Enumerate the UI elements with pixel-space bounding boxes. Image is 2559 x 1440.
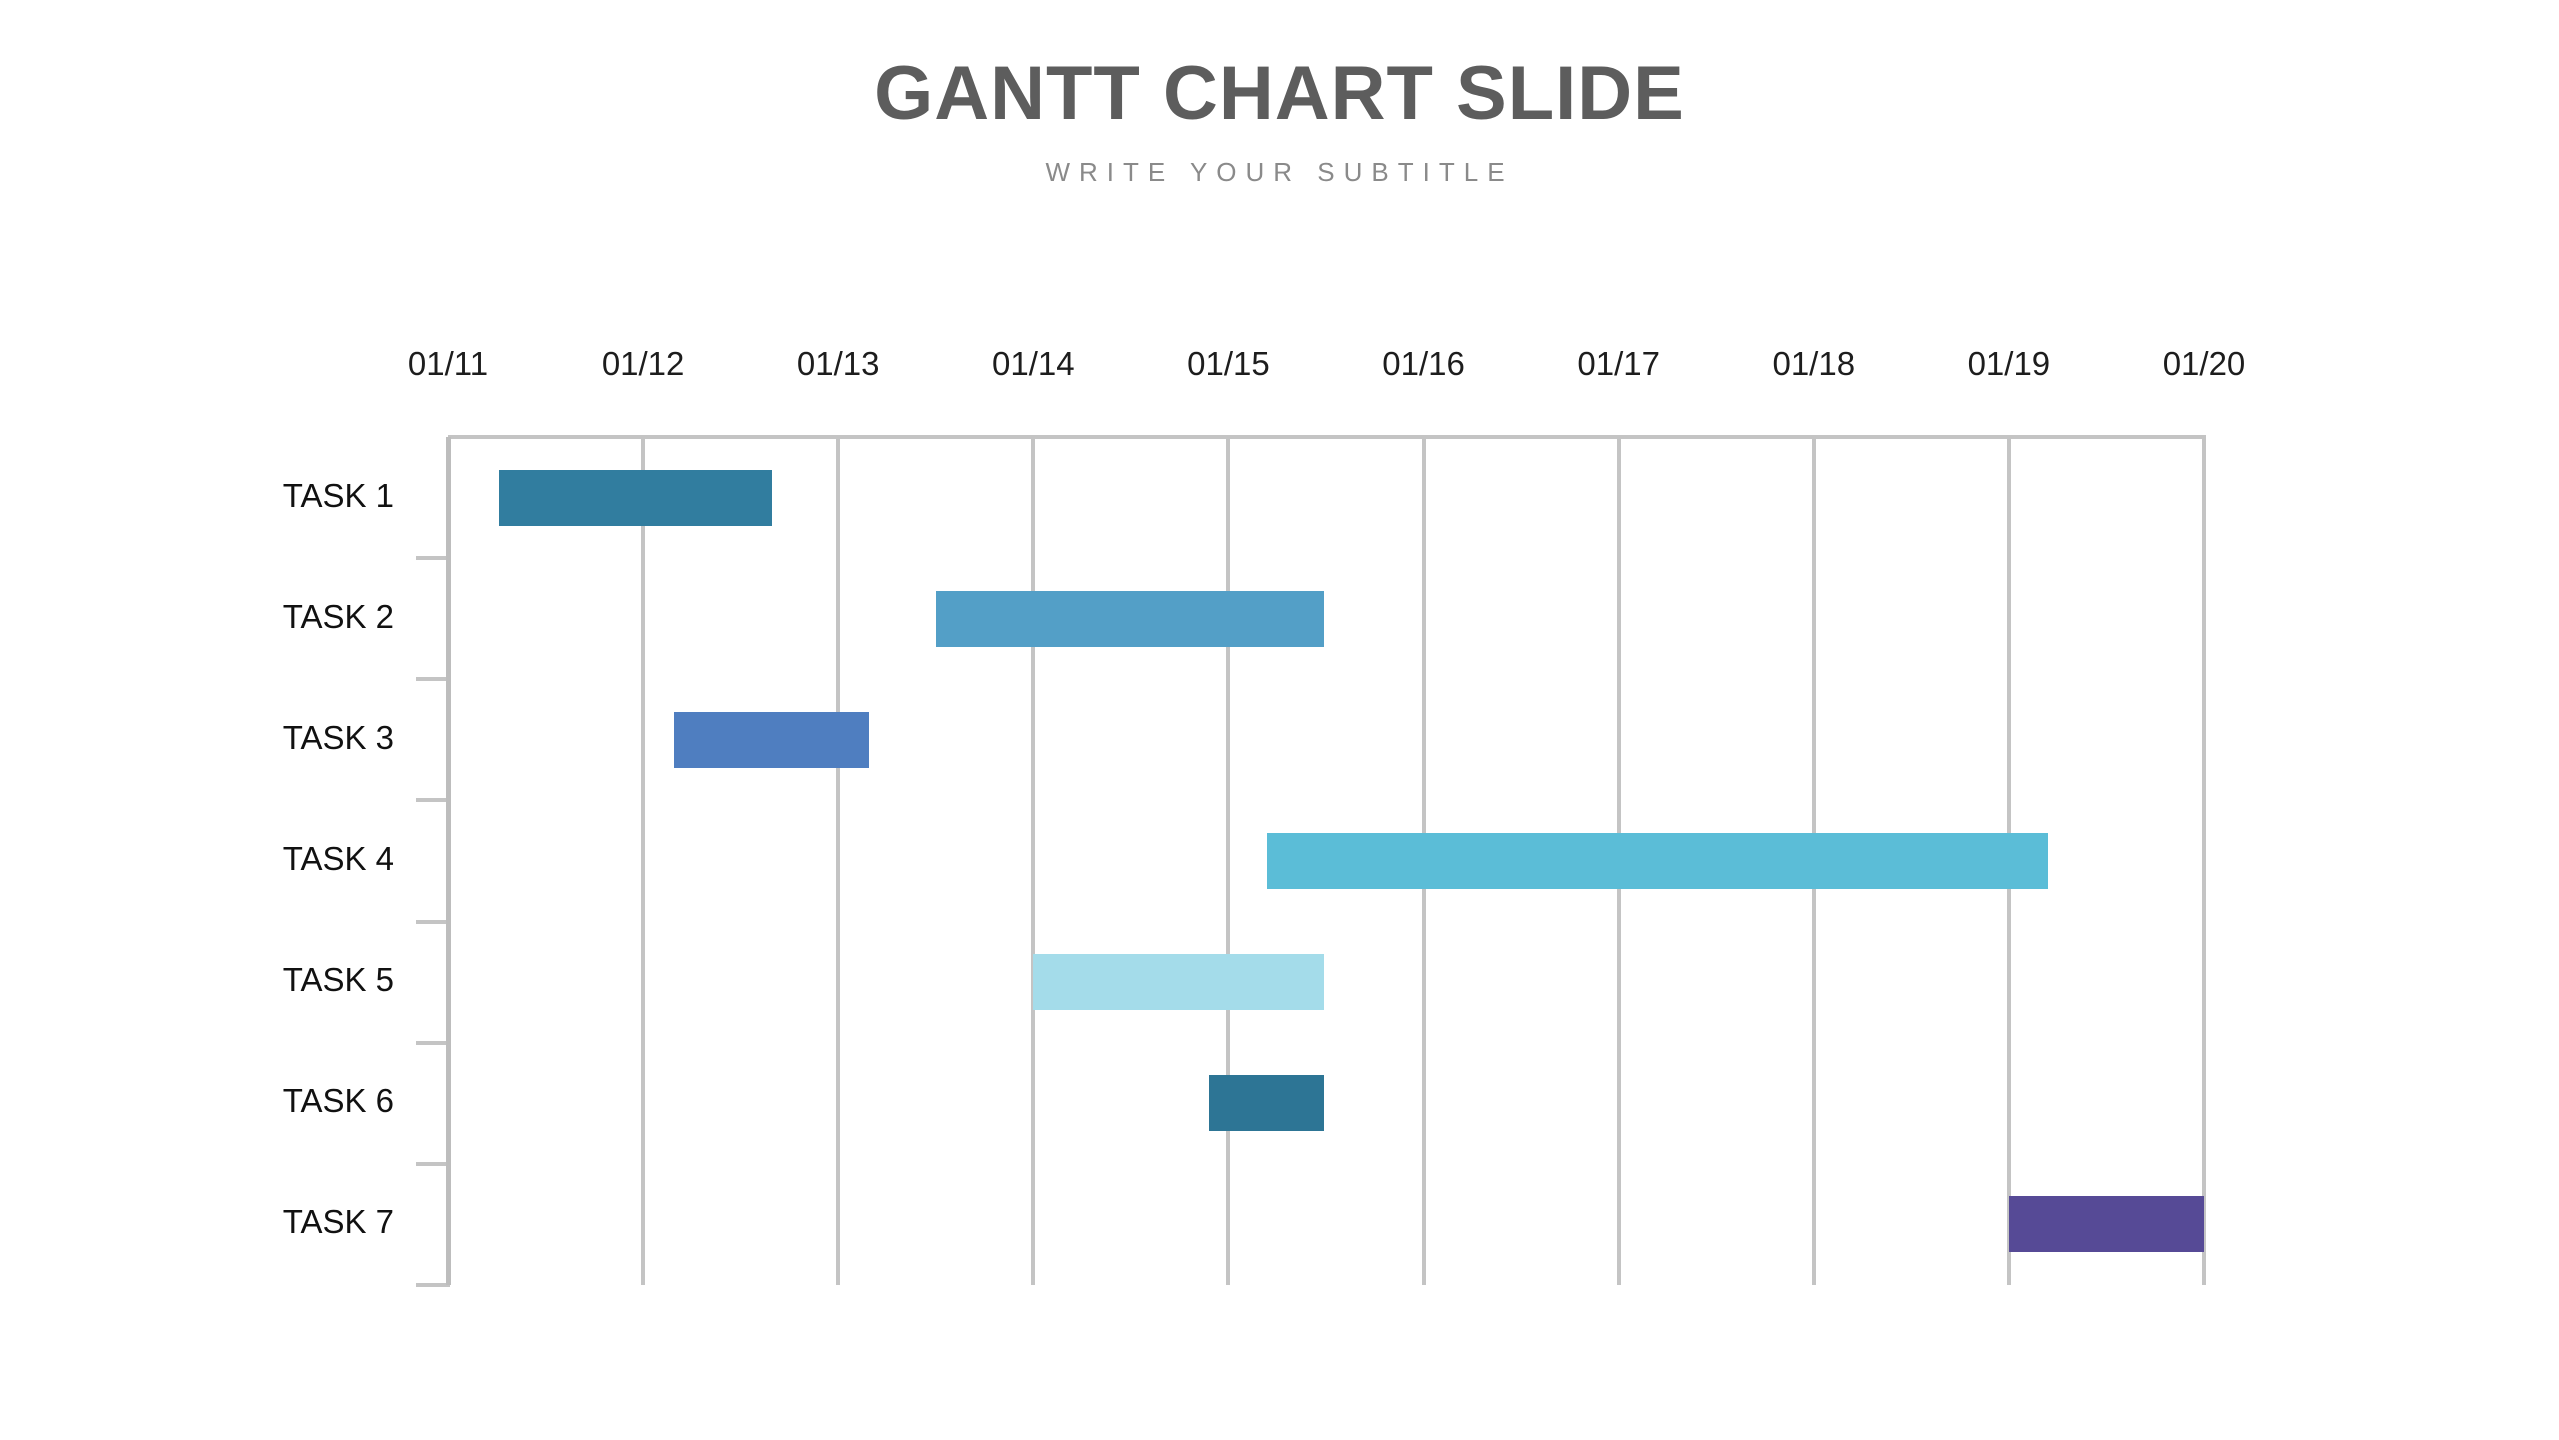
gantt-bar-task-2[interactable] [935,590,1325,647]
y-axis-tickmark [416,1040,450,1045]
x-axis-tick-label: 01/14 [992,345,1075,382]
task-label-4: TASK 4 [282,840,394,877]
gantt-bar-task-6[interactable] [1208,1075,1325,1132]
gridline [641,437,646,1285]
task-label-6: TASK 6 [282,1082,394,1120]
x-axis-tick-label: 01/11 [407,345,489,382]
y-axis-tickmark [416,677,450,682]
task-label-2: TASK 2 [282,597,394,635]
y-axis-line [446,437,451,1285]
y-axis-tickmark [416,1161,450,1166]
gantt-bar-task-5[interactable] [1033,954,1325,1011]
gantt-bar-task-4[interactable] [1267,833,2048,889]
x-axis-tick-label: 01/20 [2162,345,2246,382]
gridline [836,437,841,1285]
y-axis-tickmark [416,556,450,561]
gridline [2202,437,2206,1285]
gridline [1031,437,1036,1285]
gridline [1226,437,1231,1285]
plot-area [446,437,2206,1285]
x-axis-tick-label: 01/16 [1382,345,1465,382]
x-axis-tick-label: 01/18 [1772,345,1856,382]
gantt-chart-slide: GANTT CHART SLIDE WRITE YOUR SUBTITLE 01… [0,0,2559,1440]
gantt-bar-task-7[interactable] [2008,1196,2204,1253]
y-axis-tickmark [416,919,450,924]
task-label-5: TASK 5 [282,961,394,999]
y-axis-tickmark [416,798,450,803]
task-label-7: TASK 7 [282,1203,394,1241]
x-axis-tick-label: 01/15 [1187,345,1270,382]
task-label-3: TASK 3 [282,718,394,756]
y-axis-tickmark [416,1283,450,1287]
gantt-chart: 01/11 01/12 01/13 01/14 01/15 01/16 01/17 01/18… [0,0,2559,1440]
x-axis-tick-label: 01/12 [601,345,685,382]
x-axis-tick-label: 01/13 [796,345,880,382]
task-label-1: TASK 1 [282,476,394,514]
gantt-bar-task-1[interactable] [498,469,772,526]
x-axis-tick-label: 01/19 [1967,345,2051,382]
gantt-bar-task-3[interactable] [674,711,870,768]
x-axis-tick-label: 01/17 [1577,345,1660,382]
